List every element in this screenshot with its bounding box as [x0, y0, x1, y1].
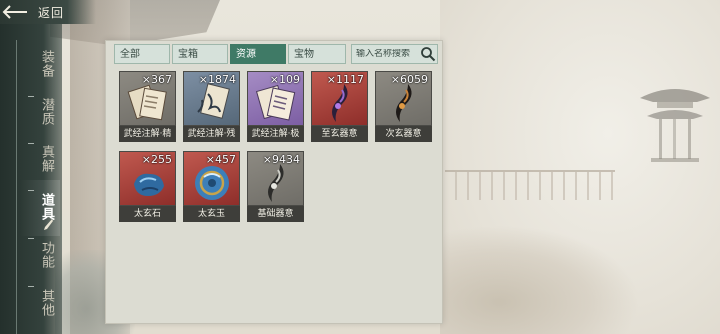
blade-spirit-icon [396, 84, 412, 122]
nav-item-other[interactable]: 其他 [36, 289, 54, 317]
item-quantity: ×6059 [390, 73, 428, 86]
item-slot[interactable]: ×109 武经注解·极 [247, 71, 304, 144]
item-name: 太玄石 [119, 206, 176, 222]
tab-resources[interactable]: 资源 [230, 44, 286, 64]
tab-treasure[interactable]: 宝物 [288, 44, 346, 64]
item-slot[interactable]: ×457 太玄玉 [183, 151, 240, 224]
item-name: 至玄器意 [311, 126, 368, 142]
search-icon[interactable] [420, 46, 436, 62]
nav-tick [28, 190, 34, 191]
blade-spirit-icon [332, 84, 348, 122]
item-frame: ×9434 [247, 151, 304, 206]
item-quantity: ×457 [205, 153, 236, 166]
item-slot[interactable]: ×1117 至玄器意 [311, 71, 368, 144]
item-frame: ×6059 [375, 71, 432, 126]
nav-item-props[interactable]: 道具 [36, 193, 54, 221]
back-button[interactable]: 返回 [0, 0, 96, 24]
item-name: 武经注解·精 [119, 126, 176, 142]
scroll-icon [197, 83, 230, 119]
search-box [351, 44, 438, 64]
item-frame: ×1874 [183, 71, 240, 126]
nav-tick [28, 238, 34, 239]
scroll-icon [127, 84, 167, 121]
item-quantity: ×255 [141, 153, 172, 166]
scroll-icon [255, 84, 296, 121]
bridge-decoration [445, 170, 615, 200]
item-quantity: ×1117 [326, 73, 364, 86]
item-frame: ×457 [183, 151, 240, 206]
item-name: 太玄玉 [183, 206, 240, 222]
inventory-panel: 全部 宝箱 资源 宝物 ×367 武经注解·精 [105, 40, 443, 324]
nav-tick [28, 96, 34, 97]
item-slot[interactable]: ×367 武经注解·精 [119, 71, 176, 144]
brush-icon [44, 219, 53, 230]
nav-item-potential[interactable]: 潜质 [36, 98, 54, 126]
stone-icon [134, 173, 164, 196]
nav-tick [28, 143, 34, 144]
item-slot[interactable]: ×6059 次玄器意 [375, 71, 432, 144]
item-frame: ×109 [247, 71, 304, 126]
item-name: 武经注解·残 [183, 126, 240, 142]
nav-divider [16, 40, 17, 334]
item-quantity: ×109 [269, 73, 300, 86]
nav-tick [28, 286, 34, 287]
rock-decoration [440, 225, 640, 334]
back-label: 返回 [38, 5, 65, 20]
tab-all[interactable]: 全部 [114, 44, 170, 64]
item-quantity: ×367 [141, 73, 172, 86]
tab-chest[interactable]: 宝箱 [172, 44, 228, 64]
item-quantity: ×1874 [198, 73, 236, 86]
item-slot[interactable]: ×9434 基础器意 [247, 151, 304, 224]
item-frame: ×367 [119, 71, 176, 126]
item-frame: ×255 [119, 151, 176, 206]
item-slot[interactable]: ×1874 武经注解·残 [183, 71, 240, 144]
item-name: 基础器意 [247, 206, 304, 222]
nav-item-function[interactable]: 功能 [36, 241, 54, 269]
blade-spirit-icon [268, 164, 284, 202]
item-name: 武经注解·极 [247, 126, 304, 142]
jade-icon [195, 166, 229, 200]
nav-item-true-solution[interactable]: 真解 [36, 145, 54, 173]
category-tabs: 全部 宝箱 资源 宝物 [114, 44, 348, 66]
item-name: 次玄器意 [375, 126, 432, 142]
back-arrow-icon [0, 0, 30, 24]
nav-item-equipment[interactable]: 装备 [36, 50, 54, 78]
item-frame: ×1117 [311, 71, 368, 126]
search-input[interactable] [352, 49, 418, 59]
item-slot[interactable]: ×255 太玄石 [119, 151, 176, 224]
pavilion-decoration [640, 89, 710, 162]
item-quantity: ×9434 [262, 153, 300, 166]
